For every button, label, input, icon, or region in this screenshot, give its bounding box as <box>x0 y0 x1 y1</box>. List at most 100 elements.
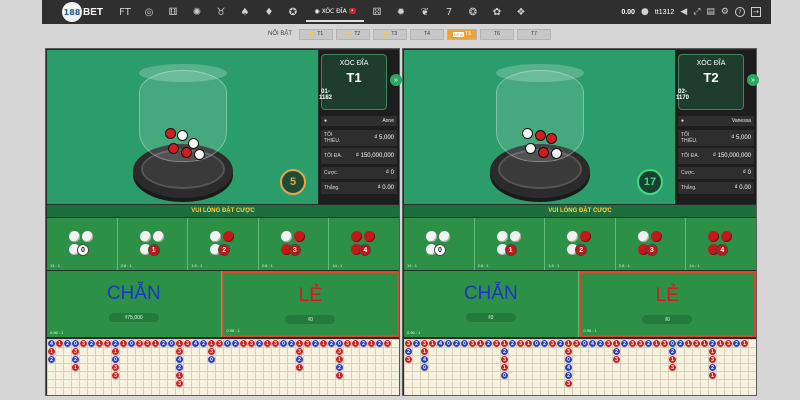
result-coin <box>535 130 546 141</box>
tab-t6[interactable]: T6 <box>480 28 515 40</box>
tab-t5[interactable]: NEW T5 <box>447 28 478 40</box>
tab-label: T6 <box>494 31 500 37</box>
road-dot: 1 <box>653 340 660 347</box>
treasure-icon[interactable]: ❖ <box>510 4 532 20</box>
road-dot: 2 <box>72 356 79 363</box>
road-dot: 3 <box>565 348 572 355</box>
road-dot: 2 <box>485 340 492 347</box>
dice-icon[interactable]: ⚄ <box>366 4 388 20</box>
fullscreen-icon[interactable]: ⤢ <box>693 7 700 17</box>
sound-icon[interactable]: ◀ <box>680 7 687 17</box>
bet-one-red[interactable]: 1 2.8 : 1 <box>118 218 189 270</box>
bet-even[interactable]: CHẴN ₫75,000 0.96 : 1 <box>47 271 222 337</box>
bet-four-white[interactable]: 0 14 : 1 <box>404 218 475 270</box>
table-card[interactable]: XÓC ĐĨA T2 02-1170 <box>675 54 744 110</box>
enter-table-button[interactable]: » <box>390 74 402 86</box>
bet-three-red[interactable]: 3 2.8 : 1 <box>616 218 687 270</box>
result-coin <box>168 143 179 154</box>
tab-t7[interactable]: T7 <box>517 28 552 40</box>
sicbo-icon[interactable]: ⚅ <box>162 4 184 20</box>
game-tab-xoc-dia[interactable]: ◉ XÓC ĐĨA • <box>306 2 364 22</box>
exit-icon[interactable]: → <box>751 7 761 17</box>
bet-four-red[interactable]: 4 14 : 1 <box>686 218 756 270</box>
road-dot: 2 <box>709 340 716 347</box>
table-card[interactable]: XÓC ĐĨA T1 01-1182 <box>319 54 387 110</box>
bet-three-red[interactable]: 3 2.8 : 1 <box>259 218 330 270</box>
count-bet-row: 0 14 : 1 1 2.8 : 1 2 1.6 : 1 3 2.8 : 1 4 <box>47 218 399 270</box>
even-odd-row: CHẴN ₫75,000 0.96 : 1 LẺ ₫0 0.96 : 1 <box>47 271 399 337</box>
even-odds: 0.96 : 1 <box>407 330 421 335</box>
cards-icon[interactable]: ♠ <box>234 4 256 20</box>
road-dot: 1 <box>336 372 343 379</box>
road-dot: 2 <box>64 340 71 347</box>
max-value: ₫ 150,000,000 <box>712 153 751 159</box>
roulette-icon[interactable]: ◎ <box>138 4 160 20</box>
road-dot: 1 <box>264 340 271 347</box>
active-game-label: XÓC ĐĨA <box>321 7 347 15</box>
wheel-icon[interactable]: ✺ <box>186 4 208 20</box>
road-dot: 3 <box>296 348 303 355</box>
max-bet-row: TỐI ĐA. ₫ 150,000,000 <box>678 148 754 164</box>
dealer-icon: ● <box>324 118 328 124</box>
road-dot: 1 <box>72 364 79 371</box>
road-dot: 0 <box>280 340 287 347</box>
bet-odds: 14 : 1 <box>50 263 61 268</box>
tab-t1[interactable]: ⚡ T1 <box>299 28 334 40</box>
crab-icon[interactable]: ✹ <box>390 4 412 20</box>
road-dot: 1 <box>709 372 716 379</box>
road-dot: 4 <box>421 356 428 363</box>
road-dot: 1 <box>565 340 572 347</box>
settings-icon[interactable]: ⚙ <box>721 7 729 17</box>
odd-amount: ₫0 <box>642 315 693 324</box>
bull-icon[interactable]: ♉ <box>210 4 232 20</box>
bet-odd[interactable]: LẺ ₫0 0.96 : 1 <box>578 271 756 337</box>
bet-one-red[interactable]: 1 2.8 : 1 <box>475 218 546 270</box>
bet-row: Cược. ₫ 0 <box>321 167 397 179</box>
bet-four-red[interactable]: 4 14 : 1 <box>329 218 399 270</box>
road-dot: 3 <box>725 340 732 347</box>
bolt-icon: ⚡ <box>382 31 391 38</box>
road-dot: 1 <box>501 340 508 347</box>
user-icon[interactable]: ● <box>641 7 649 17</box>
road-dot: 3 <box>184 340 191 347</box>
road-dot: 1 <box>368 340 375 347</box>
road-dot: 1 <box>96 340 103 347</box>
enter-table-button[interactable]: » <box>747 74 759 86</box>
bet-even[interactable]: CHẴN ₫0 0.96 : 1 <box>404 271 579 337</box>
chicken-icon[interactable]: ✿ <box>486 4 508 20</box>
round-id: 02-1170 <box>675 88 690 101</box>
dragon-icon[interactable]: ❦ <box>414 4 436 20</box>
bet-odd[interactable]: LẺ ₫0 0.96 : 1 <box>221 271 399 337</box>
road-dot: 3 <box>208 348 215 355</box>
road-dot: 3 <box>469 340 476 347</box>
road-dot: 1 <box>176 340 183 347</box>
road-dot: 3 <box>693 340 700 347</box>
road-dot: 0 <box>421 364 428 371</box>
road-dot: 3 <box>248 340 255 347</box>
history-icon[interactable]: ▤ <box>706 7 715 17</box>
slot-777-icon[interactable]: 7 <box>438 4 460 20</box>
tab-label: T5 <box>465 31 472 37</box>
road-dot: 2 <box>296 356 303 363</box>
baccarat-icon[interactable]: ♦ <box>258 4 280 20</box>
road-dot: 3 <box>421 340 428 347</box>
tab-t2[interactable]: ⚡ T2 <box>336 28 371 40</box>
road-dot: 3 <box>104 340 111 347</box>
tab-t3[interactable]: ⚡ T3 <box>373 28 408 40</box>
bet-number: 3 <box>288 244 301 256</box>
bet-four-white[interactable]: 0 14 : 1 <box>47 218 118 270</box>
fish-icon[interactable]: ❂ <box>462 4 484 20</box>
road-dot: 1 <box>613 340 620 347</box>
fantan-icon[interactable]: FT <box>114 4 136 20</box>
road-dot: 3 <box>517 340 524 347</box>
bet-two-red[interactable]: 2 1.6 : 1 <box>188 218 259 270</box>
lottery-icon[interactable]: ✪ <box>282 4 304 20</box>
brand-logo[interactable]: 188 BET <box>42 0 113 24</box>
bet-two-red[interactable]: 2 1.6 : 1 <box>545 218 616 270</box>
road-dot: 2 <box>336 364 343 371</box>
even-amount: ₫0 <box>465 313 516 322</box>
result-roadmap: 3231402031231231023213042312332130213121… <box>404 339 756 395</box>
tab-t4[interactable]: T4 <box>410 28 445 40</box>
help-icon[interactable]: ? <box>735 7 745 17</box>
road-dot: 1 <box>429 340 436 347</box>
